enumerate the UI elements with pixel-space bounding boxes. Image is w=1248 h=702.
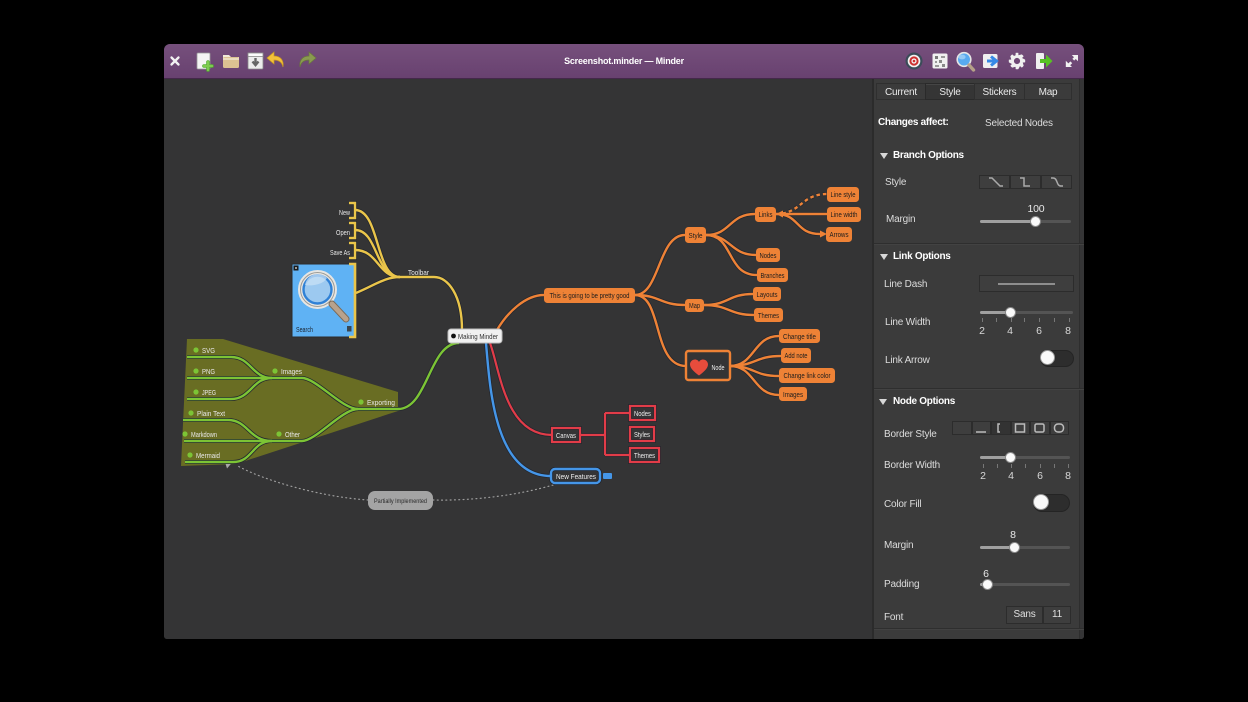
svg-text:Other: Other bbox=[285, 430, 300, 439]
svg-text:Search: Search bbox=[296, 327, 313, 334]
svg-text:New Features: New Features bbox=[556, 472, 596, 481]
svg-text:Themes: Themes bbox=[634, 451, 655, 460]
svg-text:Style: Style bbox=[689, 233, 703, 240]
svg-text:Exporting: Exporting bbox=[367, 398, 395, 407]
svg-text:Line style: Line style bbox=[831, 192, 856, 199]
svg-text:Save As: Save As bbox=[330, 248, 350, 257]
svg-text:Nodes: Nodes bbox=[634, 409, 651, 418]
svg-text:Open: Open bbox=[336, 228, 350, 237]
svg-text:Markdown: Markdown bbox=[191, 430, 217, 439]
svg-text:Add note: Add note bbox=[785, 353, 808, 360]
svg-text:Arrows: Arrows bbox=[830, 232, 849, 239]
svg-text:Plain Text: Plain Text bbox=[197, 409, 226, 418]
svg-text:Nodes: Nodes bbox=[760, 253, 777, 260]
svg-text:Map: Map bbox=[689, 303, 700, 310]
svg-text:Links: Links bbox=[759, 212, 773, 219]
svg-text:Partially Implemented: Partially Implemented bbox=[374, 498, 427, 505]
svg-text:Mermaid: Mermaid bbox=[196, 451, 220, 460]
svg-text:Making Minder: Making Minder bbox=[458, 332, 498, 341]
svg-text:This is going to be pretty goo: This is going to be pretty good bbox=[550, 293, 630, 300]
svg-text:Themes: Themes bbox=[758, 313, 779, 320]
svg-text:Change link color: Change link color bbox=[784, 373, 832, 380]
svg-text:Images: Images bbox=[783, 392, 803, 399]
svg-text:JPEG: JPEG bbox=[202, 388, 216, 397]
svg-text:Images: Images bbox=[281, 367, 302, 376]
svg-text:New: New bbox=[339, 208, 350, 217]
svg-text:Layouts: Layouts bbox=[757, 292, 778, 299]
svg-text:Branches: Branches bbox=[761, 273, 785, 280]
svg-text:Line width: Line width bbox=[831, 212, 858, 219]
svg-text:Toolbar: Toolbar bbox=[408, 268, 429, 277]
svg-text:Node: Node bbox=[712, 363, 725, 372]
svg-text:SVG: SVG bbox=[202, 346, 215, 355]
svg-text:Change title: Change title bbox=[783, 334, 816, 341]
svg-text:Styles: Styles bbox=[634, 430, 650, 439]
svg-text:Canvas: Canvas bbox=[556, 431, 576, 440]
svg-text:PNG: PNG bbox=[202, 367, 215, 376]
